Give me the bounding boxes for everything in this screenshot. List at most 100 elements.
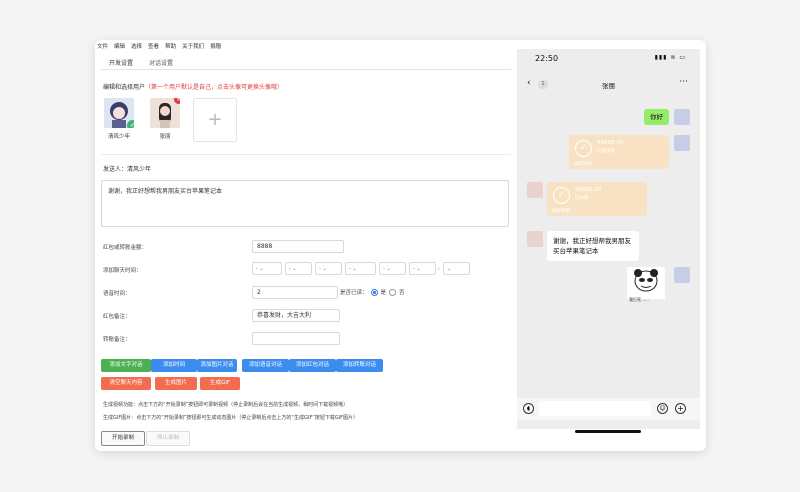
chevron-down-icon: ⌄	[352, 266, 357, 272]
add-text-dialog-button[interactable]: 添加文字对话	[101, 359, 151, 372]
time-select-month[interactable]: - ⌄	[285, 262, 312, 275]
chat-input-bar: ◖ ☺ +	[517, 398, 700, 420]
duration-input[interactable]: 2	[252, 286, 338, 299]
avatar[interactable]: ✓	[104, 98, 134, 128]
menu-edit[interactable]: 编辑	[114, 42, 125, 50]
transfer-footer: 微信转账	[574, 162, 592, 167]
add-image-dialog-button[interactable]: 添加图片对话	[197, 359, 237, 372]
select-value: -	[319, 266, 321, 272]
home-indicator	[575, 430, 641, 433]
read-no-radio[interactable]	[389, 288, 397, 296]
menu-view[interactable]: 查看	[148, 42, 159, 50]
status-time: 22:50	[535, 54, 559, 63]
read-yes-radio[interactable]	[370, 288, 378, 296]
clear-chat-button[interactable]: 清空聊天内容	[101, 377, 151, 390]
time-select-hour[interactable]: - ⌄	[409, 262, 436, 275]
time-label: 添加聊天时间：	[103, 268, 142, 274]
read-yes-label: 是	[380, 290, 387, 296]
sender-name: 清风少年	[127, 166, 152, 173]
start-record-button[interactable]: 开始录制	[101, 431, 145, 446]
user-card-self[interactable]: ✓ 清风少年	[103, 98, 135, 140]
delete-user-icon[interactable]: ×	[174, 98, 180, 104]
chevron-down-icon: ⌄	[259, 266, 264, 272]
chat-header: ‹ 1 张丽 ···	[517, 77, 700, 93]
add-user-button[interactable]: +	[193, 98, 237, 142]
more-icon[interactable]: ···	[679, 77, 688, 87]
chevron-down-icon: ⌄	[322, 266, 327, 272]
plus-icon: +	[207, 109, 223, 130]
time-separator: :	[438, 266, 440, 272]
add-time-button[interactable]: 添加时间	[151, 359, 197, 372]
transfer-amount: ¥8888.00	[575, 187, 602, 193]
chevron-down-icon: ⌄	[416, 266, 421, 272]
user-section-hint: （第一个用户默认是自己，点击头像可更换头像哦）	[145, 84, 284, 91]
amount-input[interactable]: 8888	[252, 240, 344, 253]
transfer-input[interactable]	[252, 332, 340, 345]
help-video: 生成视频功能：点击下方的“开始录制”按钮即可录制视频（停止录制后会在当前生成视频…	[103, 402, 349, 408]
transfer-label: 转账备注：	[103, 337, 131, 343]
menu-about[interactable]: 关于我们	[182, 42, 204, 50]
duration-label: 语音时间：	[103, 291, 131, 297]
menu-help[interactable]: 帮助	[165, 42, 176, 50]
avatar[interactable]: ×	[150, 98, 180, 128]
my-avatar	[674, 109, 690, 125]
time-select-weekday[interactable]: - ⌄	[379, 262, 406, 275]
other-avatar	[527, 182, 543, 198]
phone-preview: 22:50 ▮▮▮ ≋ ▭ ‹ 1 张丽 ··· 你好 ✓ ¥8888.00 已…	[517, 49, 700, 433]
chevron-down-icon: ⌄	[292, 266, 297, 272]
user-section-label: 编辑和选择用户（第一个用户默认是自己，点击头像可更换头像哦）	[103, 82, 283, 91]
user-section-title: 编辑和选择用户	[103, 84, 146, 91]
user-card-other[interactable]: × 张丽	[149, 98, 181, 140]
sticker-caption: 我打死……	[629, 297, 649, 302]
my-text-bubble: 你好	[644, 109, 669, 125]
transfer-bubble-received: ✓ ¥8888.00 已收款 微信转账	[547, 182, 647, 216]
generate-gif-button[interactable]: 生成GIF	[200, 377, 240, 390]
time-select-minute[interactable]: ⌄	[443, 262, 470, 275]
tab-dev-settings[interactable]: 开发设置	[101, 55, 141, 69]
other-text-bubble: 谢谢，我正好想帮我男朋友买台苹果笔记本	[547, 231, 639, 261]
add-voice-dialog-button[interactable]: 添加语音对话	[242, 359, 289, 372]
time-select-year[interactable]: - ⌄	[252, 262, 282, 275]
my-avatar	[674, 135, 690, 151]
menu-bar: 文件 编辑 选择 查看 帮助 关于我们 捐赠	[95, 40, 515, 52]
transfer-bubble-sent: ✓ ¥8888.00 已被接收 微信转账	[569, 135, 669, 169]
generate-image-button[interactable]: 生成图片	[155, 377, 197, 390]
select-value: -	[256, 266, 258, 272]
panda-meme-icon	[634, 269, 658, 292]
plus-icon[interactable]: +	[675, 403, 686, 414]
status-bar: 22:50 ▮▮▮ ≋ ▭	[517, 49, 700, 69]
voice-icon[interactable]: ◖	[523, 403, 534, 414]
tab-chat-settings[interactable]: 对话设置	[141, 55, 181, 69]
selected-check-icon: ✓	[127, 120, 134, 128]
chevron-down-icon: ⌄	[386, 266, 391, 272]
help-gif: 生成GIF图片：点击下方的“开始录制”按钮即可生成动态图片（停止录制后点击上方的…	[103, 415, 359, 421]
amount-label: 红包或转账金额：	[103, 245, 148, 251]
redpacket-label: 红包备注：	[103, 314, 131, 320]
divider	[101, 154, 511, 155]
read-radio-group: 是否已读： 是 否	[340, 288, 405, 296]
chevron-down-icon: ⌄	[447, 266, 452, 272]
menu-file[interactable]: 文件	[97, 42, 108, 50]
select-value: -	[349, 266, 351, 272]
read-no-label: 否	[399, 290, 405, 296]
add-redpacket-dialog-button[interactable]: 添加红包对话	[289, 359, 336, 372]
emoji-icon[interactable]: ☺	[657, 403, 668, 414]
transfer-footer: 微信转账	[552, 209, 570, 214]
stop-record-button[interactable]: 停止录制	[146, 431, 190, 446]
my-avatar	[674, 267, 690, 283]
menu-donate[interactable]: 捐赠	[210, 42, 221, 50]
check-circle-icon: ✓	[575, 140, 592, 157]
redpacket-input[interactable]: 恭喜发财，大吉大利	[252, 309, 340, 322]
add-transfer-dialog-button[interactable]: 添加转账对话	[336, 359, 383, 372]
time-select-period[interactable]: - ⌄	[345, 262, 376, 275]
transfer-status: 已被接收	[597, 149, 615, 154]
transfer-amount: ¥8888.00	[597, 140, 624, 146]
settings-tabs: 开发设置 对话设置	[101, 55, 511, 70]
message-textarea[interactable]: 谢谢，我正好想帮我男朋友买台苹果笔记本	[101, 180, 509, 227]
read-label: 是否已读：	[340, 290, 368, 296]
menu-select[interactable]: 选择	[131, 42, 142, 50]
chat-input-field[interactable]	[539, 401, 651, 416]
time-select-day[interactable]: - ⌄	[315, 262, 342, 275]
sender-label: 发送人：	[103, 166, 128, 173]
panda-sticker-image	[627, 267, 665, 299]
